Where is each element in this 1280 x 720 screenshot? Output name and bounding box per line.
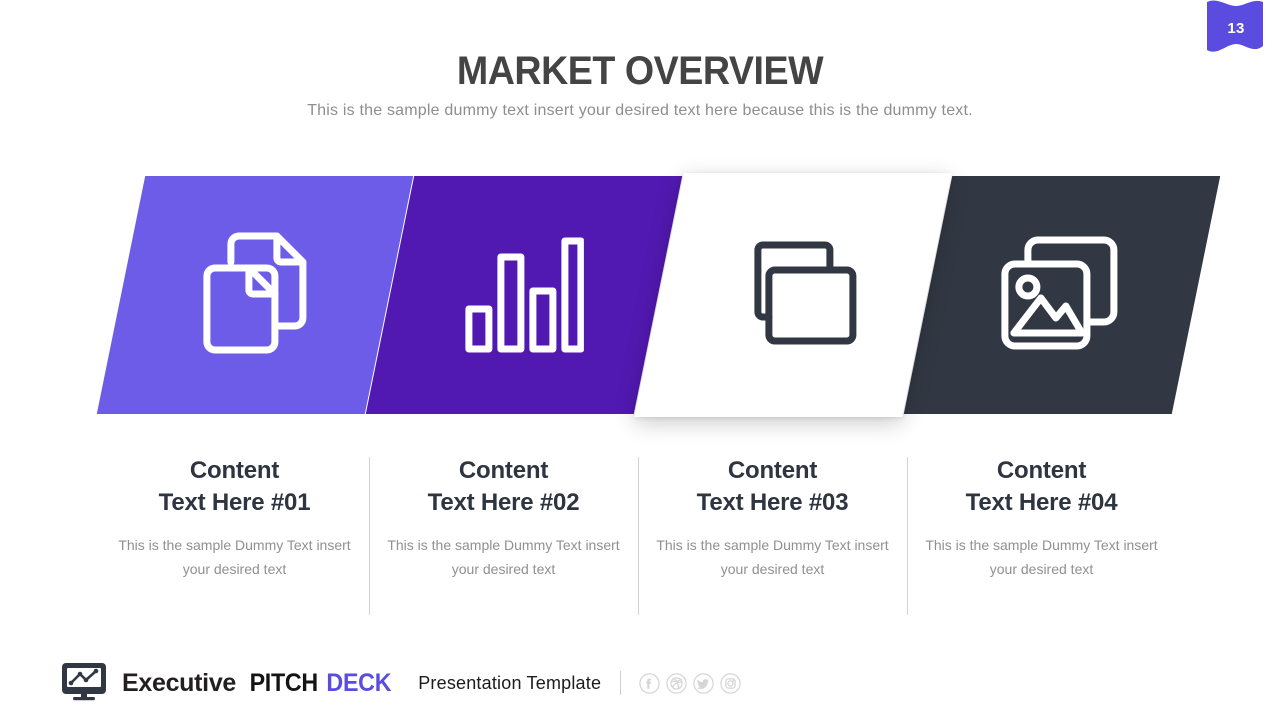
content-columns: Content Text Here #01 This is the sample…	[100, 455, 1190, 620]
brand-word-pitch: PITCH	[249, 668, 319, 697]
content-title-line2: Text Here #02	[427, 488, 580, 516]
content-title-line2: Text Here #03	[696, 488, 849, 516]
content-description-1: This is the sample Dummy Text insert you…	[118, 536, 351, 577]
social-links	[639, 672, 741, 694]
photo-gallery-icon	[1000, 234, 1124, 357]
copy-windows-icon	[728, 240, 858, 351]
slide-header: MARKET OVERVIEW This is the sample dummy…	[0, 50, 1280, 120]
content-column-2: Content Text Here #02 This is the sample…	[369, 455, 638, 620]
slide-footer: Executive PITCH DECK Presentation Templa…	[60, 660, 1220, 706]
content-title-1: Content Text Here #01	[112, 455, 357, 519]
icon-card-4[interactable]	[903, 176, 1221, 414]
page-title: MARKET OVERVIEW	[456, 49, 824, 93]
content-title-line1: Content	[458, 457, 549, 484]
content-title-line2: Text Here #01	[158, 488, 311, 516]
icon-card-band	[0, 173, 1280, 424]
footer-divider	[620, 671, 622, 695]
icon-card-1[interactable]	[96, 176, 414, 414]
brand-word-executive: Executive	[122, 668, 237, 697]
content-title-2: Content Text Here #02	[381, 455, 626, 519]
facebook-icon[interactable]	[639, 672, 660, 694]
brand-lockup: Executive PITCH DECK	[122, 669, 393, 698]
icon-card-3[interactable]	[634, 173, 952, 417]
content-description-2: This is the sample Dummy Text insert you…	[387, 536, 620, 577]
content-title-line1: Content	[189, 457, 280, 484]
content-column-4: Content Text Here #04 This is the sample…	[907, 455, 1176, 620]
copy-documents-icon	[201, 230, 309, 361]
content-title-3: Content Text Here #03	[650, 455, 895, 519]
content-column-3: Content Text Here #03 This is the sample…	[638, 455, 907, 620]
content-title-line1: Content	[996, 457, 1087, 484]
instagram-icon[interactable]	[720, 672, 741, 694]
content-column-1: Content Text Here #01 This is the sample…	[100, 455, 369, 620]
dribbble-icon[interactable]	[666, 672, 687, 694]
brand-word-deck: DECK	[325, 668, 391, 697]
content-description-4: This is the sample Dummy Text insert you…	[925, 536, 1158, 577]
page-subtitle: This is the sample dummy text insert you…	[307, 102, 973, 119]
content-title-line2: Text Here #04	[965, 488, 1118, 516]
page-number-text: 13	[1227, 19, 1245, 37]
twitter-icon[interactable]	[693, 672, 714, 694]
content-title-line1: Content	[727, 457, 818, 484]
footer-tagline: Presentation Template	[418, 672, 602, 693]
slide-root: 13 MARKET OVERVIEW This is the sample du…	[0, 0, 1280, 720]
bar-chart-icon	[464, 233, 585, 358]
content-title-4: Content Text Here #04	[919, 455, 1164, 519]
content-description-3: This is the sample Dummy Text insert you…	[656, 536, 889, 577]
monitor-chart-icon	[60, 661, 108, 706]
icon-card-2[interactable]	[365, 176, 683, 414]
